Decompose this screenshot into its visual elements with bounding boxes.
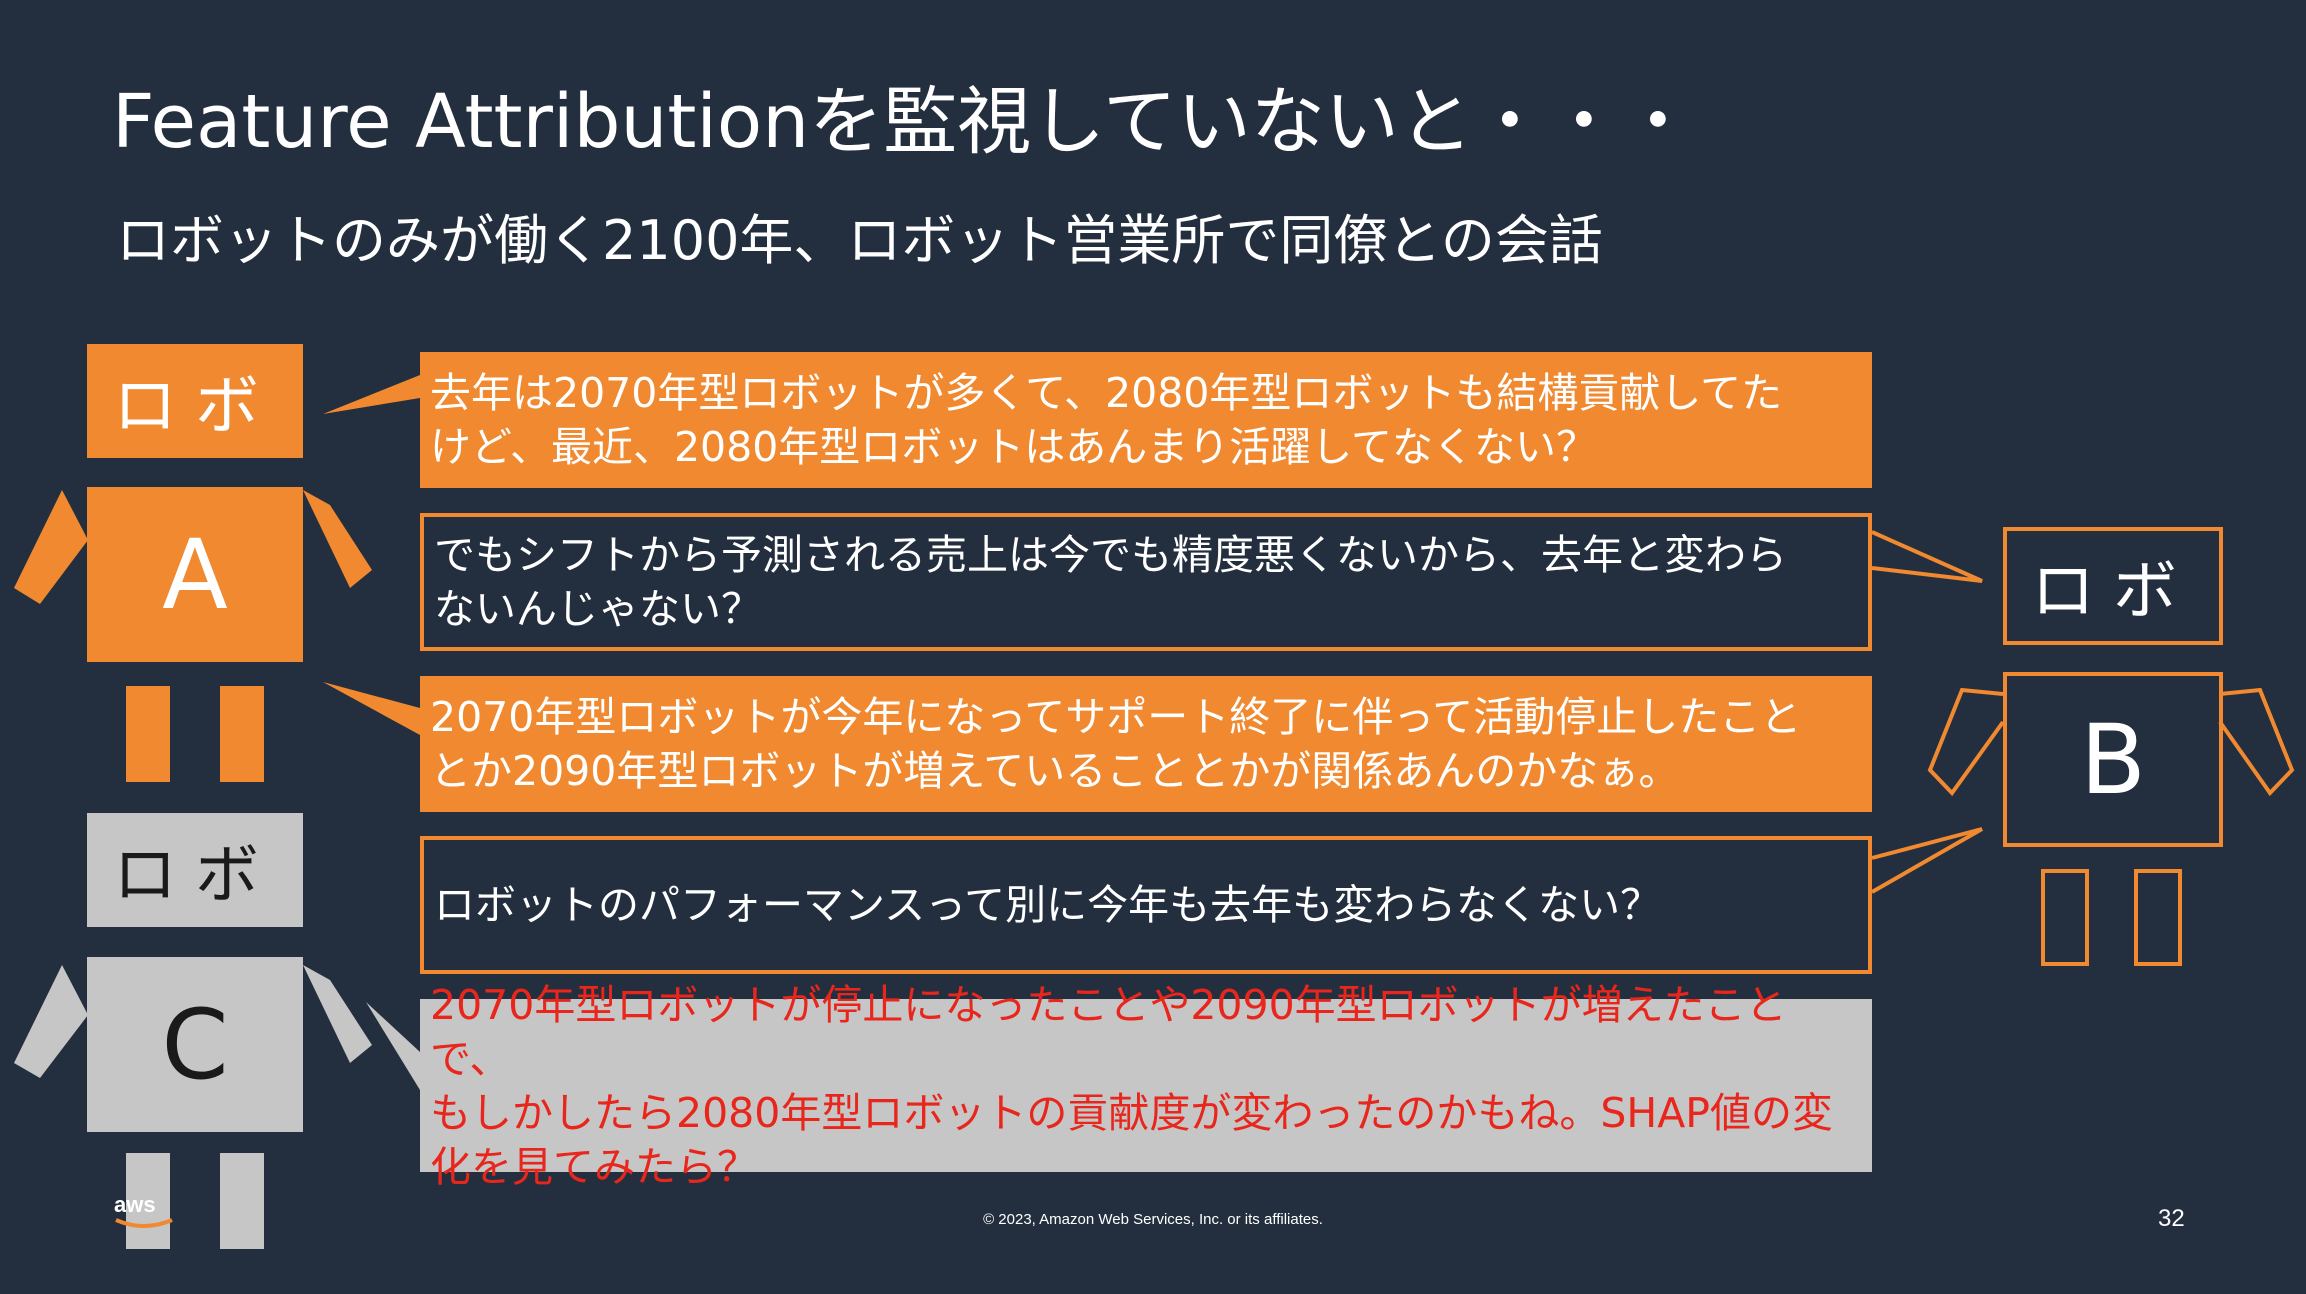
speech-bubble-5: 2070年型ロボットが停止になったことや2090年型ロボットが増えたことで、 も… bbox=[420, 981, 1872, 1191]
page-number: 32 bbox=[2158, 1205, 2185, 1232]
speech-bubble-1: 去年は2070年型ロボットが多くて、2080年型ロボットも結構貢献してた けど、… bbox=[420, 352, 1872, 488]
robot-a-left-arm bbox=[14, 490, 88, 604]
bubble-1-tail bbox=[323, 375, 420, 414]
robot-a-head: ロボ bbox=[87, 344, 303, 458]
robot-c-body-label: C bbox=[161, 988, 229, 1101]
robot-b-right-leg bbox=[2134, 869, 2182, 966]
bubble-1-line-2: けど、最近、2080年型ロボットはあんまり活躍してなくない？ bbox=[430, 423, 1598, 471]
robot-b-left-arm-outline bbox=[1930, 685, 1963, 686]
robot-c-head-label: ロボ bbox=[113, 839, 277, 913]
robot-b-head: ロボ bbox=[2003, 527, 2223, 645]
bubble-3-line-2: とか2090年型ロボットが増えていることとかが関係あんのかなぁ。 bbox=[430, 747, 1680, 795]
robot-b-left-leg bbox=[2041, 869, 2089, 966]
bubble-4-line-1: ロボットのパフォーマンスって別に今年も去年も変わらなくない？ bbox=[434, 881, 1662, 929]
robot-a-body: A bbox=[87, 487, 303, 662]
bubble-1-line-1: 去年は2070年型ロボットが多くて、2080年型ロボットも結構貢献してた bbox=[430, 369, 1783, 417]
bubble-5-tail bbox=[366, 1002, 420, 1090]
robot-c-head: ロボ bbox=[87, 813, 303, 927]
robot-b-left-arm-shape bbox=[1927, 687, 2005, 797]
bubble-5-line-2: もしかしたら2080年型ロボットの貢献度が変わったのかもね。SHAP値の変 bbox=[430, 1088, 1833, 1137]
speech-bubble-4: ロボットのパフォーマンスって別に今年も去年も変わらなくない？ bbox=[420, 836, 1872, 974]
robot-b-body-label: B bbox=[2080, 703, 2146, 816]
bubble-2-line-2: ないんじゃない？ bbox=[434, 585, 762, 633]
robot-a-body-label: A bbox=[162, 518, 228, 631]
bubble-5-line-3: 化を見てみたら？ bbox=[430, 1142, 758, 1191]
bubble-3-line-1: 2070年型ロボットが今年になってサポート終了に伴って活動停止したこと bbox=[430, 693, 1802, 741]
robot-a-right-leg bbox=[220, 686, 264, 782]
robot-a-right-arm bbox=[303, 490, 372, 588]
robot-a-left-leg bbox=[126, 686, 170, 782]
speech-bubble-2: でもシフトから予測される売上は今でも精度悪くないから、去年と変わら ないんじゃな… bbox=[420, 513, 1872, 651]
robot-c-left-arm bbox=[14, 965, 88, 1078]
bubble-2-line-1: でもシフトから予測される売上は今でも精度悪くないから、去年と変わら bbox=[434, 531, 1787, 579]
robot-a-head-label: ロボ bbox=[113, 370, 277, 444]
robot-c-right-arm bbox=[303, 965, 372, 1063]
bubble-2-tail bbox=[1871, 530, 1983, 583]
bubble-5-line-1: 2070年型ロボットが停止になったことや2090年型ロボットが増えたことで、 bbox=[430, 980, 1787, 1083]
speech-bubble-3: 2070年型ロボットが今年になってサポート終了に伴って活動停止したこと とか20… bbox=[420, 676, 1872, 812]
footer-copyright: © 2023, Amazon Web Services, Inc. or its… bbox=[983, 1211, 1323, 1228]
bubble-4-tail bbox=[1871, 827, 1983, 894]
bubble-3-tail bbox=[323, 682, 420, 735]
robot-c-right-leg bbox=[220, 1153, 264, 1249]
robot-b-body: B bbox=[2003, 672, 2223, 847]
robot-b-right-arm-shape bbox=[2218, 687, 2295, 797]
robot-c-body: C bbox=[87, 957, 303, 1132]
robot-b-head-label: ロボ bbox=[2031, 555, 2195, 629]
robot-b-left-arm bbox=[1930, 688, 1963, 693]
